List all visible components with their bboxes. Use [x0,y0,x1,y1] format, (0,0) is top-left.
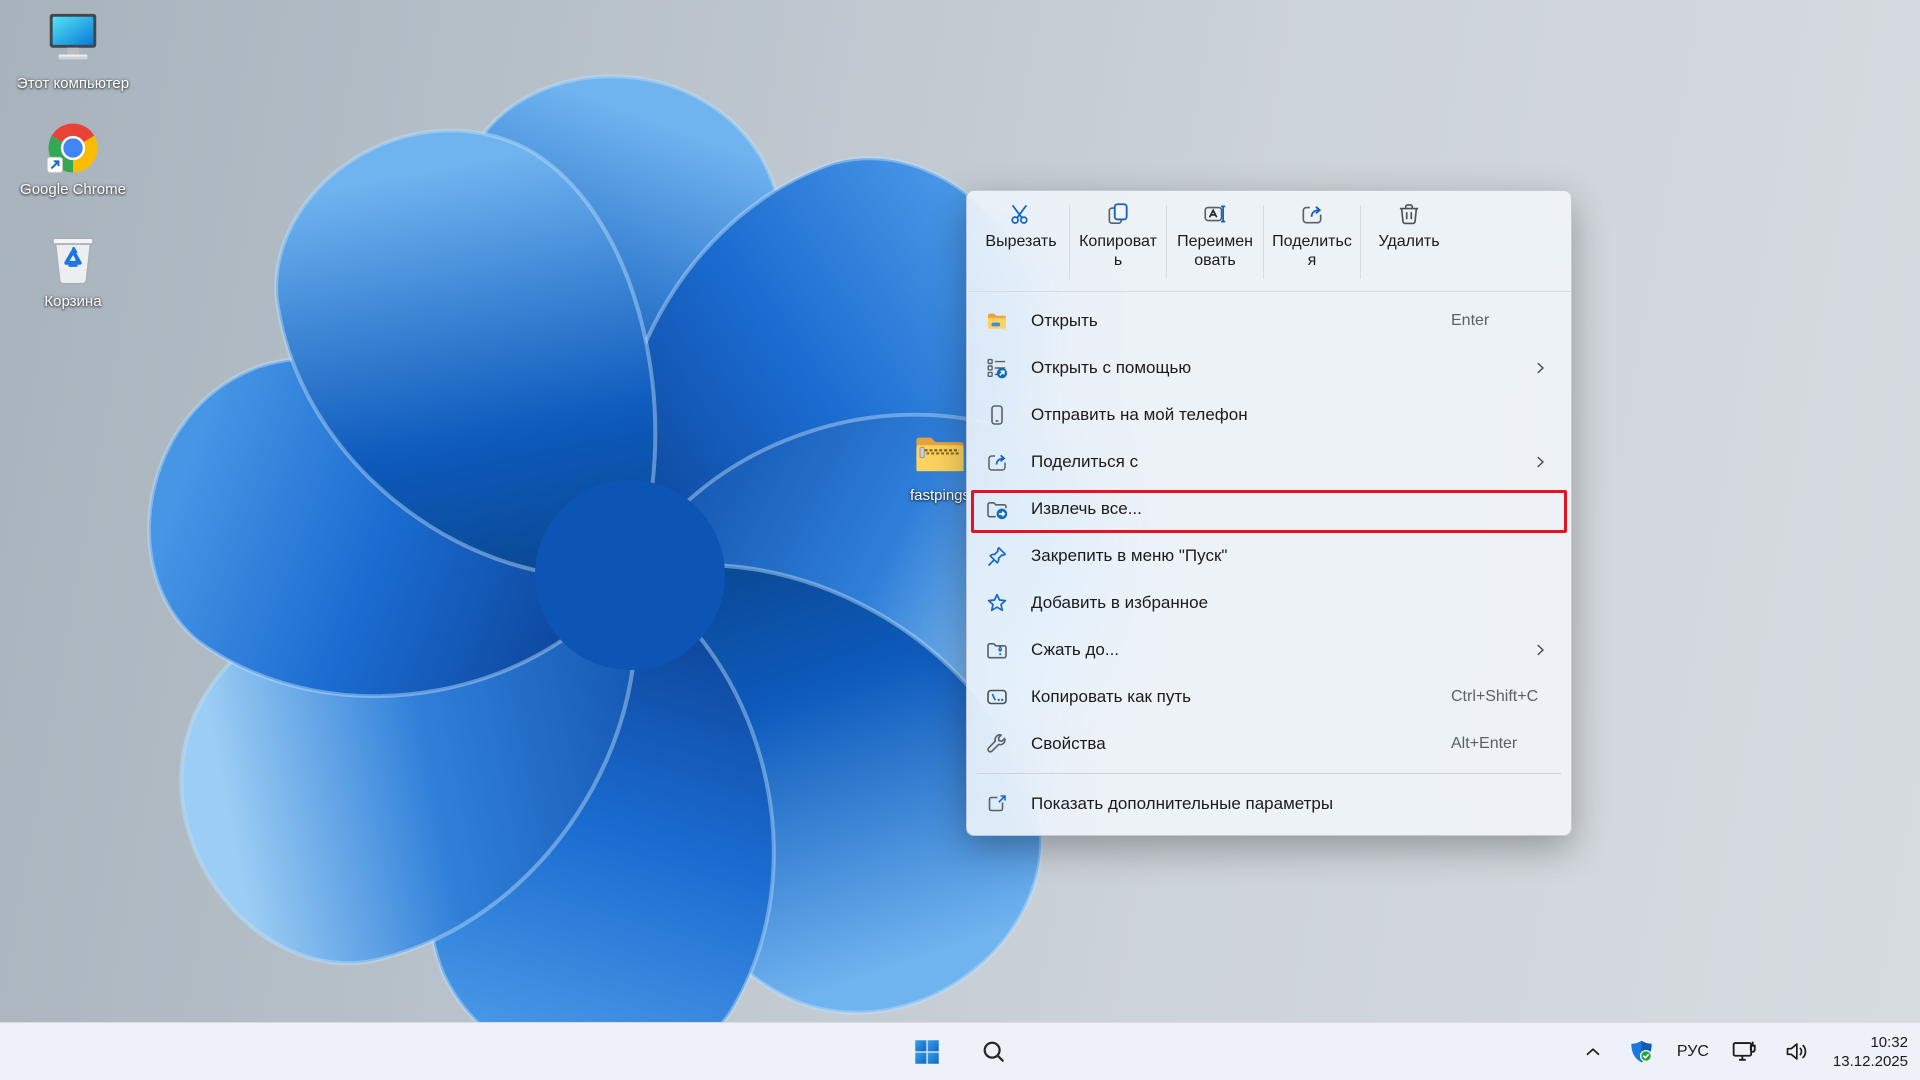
volume-icon [1783,1038,1810,1065]
context-menu-items: Открыть Enter Открыть с помощью [967,292,1571,827]
open-folder-icon [985,309,1009,333]
cut-icon [1008,201,1034,227]
chevron-up-icon [1582,1041,1604,1063]
clock-time: 10:32 [1833,1033,1908,1052]
submenu-chevron-icon [1531,641,1549,659]
cut-label: Вырезать [985,232,1056,251]
menu-item-properties[interactable]: Свойства Alt+Enter [967,720,1571,767]
cut-button[interactable]: Вырезать [973,201,1069,251]
taskbar-center [907,1023,1013,1080]
menu-item-add-to-favorites[interactable]: Добавить в избранное [967,579,1571,626]
desktop-icon-label: Этот компьютер [17,74,129,94]
delete-label: Удалить [1378,232,1439,251]
menu-item-label: Открыть с помощью [1031,358,1191,378]
taskbar: РУС 10:32 13.12.2025 [0,1022,1920,1080]
menu-item-extract-all[interactable]: Извлечь все... [967,485,1571,532]
menu-item-shortcut: Enter [1451,312,1489,330]
phone-icon [985,403,1009,427]
rename-icon [1202,201,1228,227]
shortcut-arrow-badge [47,157,62,172]
volume-tray-button[interactable] [1781,1032,1813,1072]
windows-start-icon [912,1037,942,1067]
menu-item-shortcut: Ctrl+Shift+C [1451,688,1538,706]
copy-button[interactable]: Копироват ь [1070,201,1166,270]
network-tray-button[interactable] [1729,1032,1761,1072]
delete-icon [1396,201,1422,227]
menu-item-label: Добавить в избранное [1031,593,1208,613]
desktop-icon-column: Этот компьютер Google Chrome [8,8,138,338]
pin-icon [985,544,1009,568]
show-more-icon [985,792,1009,816]
rename-label: Переимен овать [1177,232,1253,270]
desktop-icon-this-pc[interactable]: Этот компьютер [8,8,138,94]
desktop-icon-chrome[interactable]: Google Chrome [8,120,138,200]
share-with-icon [985,450,1009,474]
menu-item-show-more-options[interactable]: Показать дополнительные параметры [967,780,1571,827]
zip-folder-icon [911,424,969,482]
taskbar-tray: РУС 10:32 13.12.2025 [1579,1023,1908,1080]
menu-item-label: Поделиться с [1031,452,1138,472]
recycle-bin-icon [42,226,104,288]
menu-item-label: Извлечь все... [1031,499,1142,519]
desktop-icon-label: Корзина [44,292,101,312]
extract-all-icon [985,497,1009,521]
menu-item-label: Свойства [1031,734,1106,754]
menu-item-pin-to-start[interactable]: Закрепить в меню "Пуск" [967,532,1571,579]
rename-button[interactable]: Переимен овать [1167,201,1263,270]
tray-clock[interactable]: 10:32 13.12.2025 [1833,1033,1908,1071]
wallpaper-bloom [0,0,1920,1080]
menu-item-label: Копировать как путь [1031,687,1191,707]
menu-item-shortcut: Alt+Enter [1451,735,1517,753]
menu-item-copy-as-path[interactable]: Копировать как путь Ctrl+Shift+C [967,673,1571,720]
menu-item-label: Открыть [1031,311,1098,331]
menu-item-label: Отправить на мой телефон [1031,405,1248,425]
properties-icon [985,732,1009,756]
zip-file-label: fastpings [910,486,970,506]
menu-item-compress-to[interactable]: Сжать до... [967,626,1571,673]
context-menu-toolbar: Вырезать Копироват ь Переимен овать [967,191,1571,292]
security-shield-icon [1628,1038,1655,1065]
language-indicator[interactable]: РУС [1677,1043,1709,1061]
star-icon [985,591,1009,615]
menu-item-share-with[interactable]: Поделиться с [967,438,1571,485]
desktop: Этот компьютер Google Chrome [0,0,1920,1080]
search-button[interactable] [973,1032,1013,1072]
compress-icon [985,638,1009,662]
copy-path-icon [985,685,1009,709]
submenu-chevron-icon [1531,453,1549,471]
menu-separator [977,773,1561,774]
desktop-icon-recycle-bin[interactable]: Корзина [8,226,138,312]
menu-item-open-with[interactable]: Открыть с помощью [967,344,1571,391]
network-icon [1730,1037,1759,1066]
context-menu: Вырезать Копироват ь Переимен овать [966,190,1572,836]
menu-item-send-to-phone[interactable]: Отправить на мой телефон [967,391,1571,438]
start-button[interactable] [907,1032,947,1072]
tray-overflow-button[interactable] [1579,1032,1607,1072]
menu-item-label: Показать дополнительные параметры [1031,794,1333,814]
copy-label: Копироват ь [1079,232,1157,270]
chrome-icon [45,120,101,176]
delete-button[interactable]: Удалить [1361,201,1457,251]
search-icon [980,1038,1007,1065]
submenu-chevron-icon [1531,359,1549,377]
menu-item-label: Сжать до... [1031,640,1119,660]
menu-item-open[interactable]: Открыть Enter [967,297,1571,344]
desktop-icon-label: Google Chrome [20,180,126,200]
this-pc-icon [42,8,104,70]
security-tray-button[interactable] [1627,1032,1657,1072]
menu-item-label: Закрепить в меню "Пуск" [1031,546,1227,566]
share-icon [1299,201,1325,227]
share-label: Поделитьс я [1272,232,1352,270]
clock-date: 13.12.2025 [1833,1052,1908,1071]
copy-icon [1105,201,1131,227]
open-with-icon [985,356,1009,380]
share-button[interactable]: Поделитьс я [1264,201,1360,270]
